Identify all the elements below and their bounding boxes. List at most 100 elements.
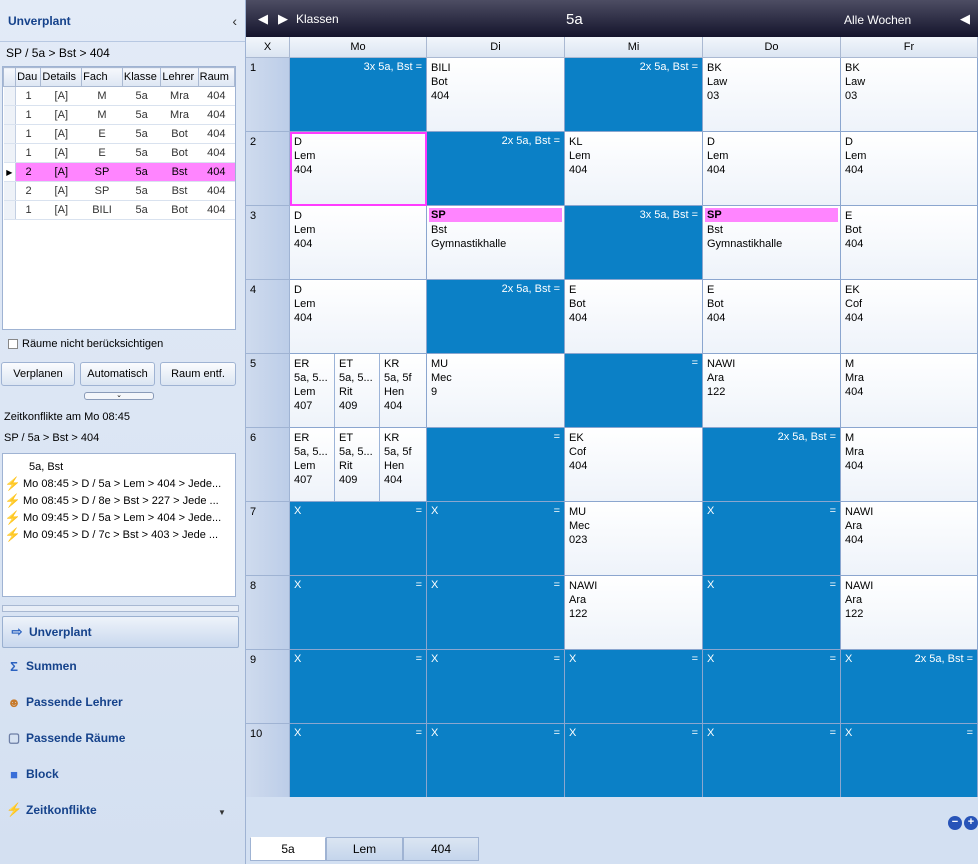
day-header-fr[interactable]: Fr	[841, 37, 978, 58]
lesson-cell[interactable]: D Lem 404	[290, 280, 427, 354]
collapse-icon[interactable]: ‹	[232, 13, 237, 29]
blocked-cell[interactable]: =	[565, 354, 703, 428]
table-row[interactable]: 1 [A] BILI 5a Bot 404	[3, 200, 235, 220]
panel-splitter[interactable]	[2, 605, 239, 612]
row-selector[interactable]	[3, 124, 17, 144]
blocked-cell[interactable]: X =	[290, 650, 427, 724]
blocked-cell[interactable]: 3x 5a, Bst =	[290, 58, 427, 132]
blocked-cell[interactable]: X =	[841, 724, 978, 798]
split-lesson[interactable]: KR 5a, 5f Hen 404	[380, 428, 426, 501]
unplanned-grid[interactable]: Dau Details Fach Klasse Lehrer Raum 1 [A] M 5a Mr…	[2, 66, 236, 330]
conflict-item[interactable]: 5a, Bst	[3, 458, 235, 475]
blocked-cell[interactable]: X =	[427, 724, 565, 798]
column-header-raum[interactable]: Raum	[197, 67, 236, 87]
blocked-cell[interactable]: 2x 5a, Bst =	[565, 58, 703, 132]
table-row[interactable]: ▶ 2 [A] SP 5a Bst 404	[3, 162, 235, 182]
lesson-cell[interactable]: D Lem 404	[841, 132, 978, 206]
blocked-cell[interactable]: X =	[290, 724, 427, 798]
expand-icon[interactable]: ⌄	[84, 392, 154, 400]
period-header[interactable]: 8	[246, 576, 290, 650]
nav-item-block[interactable]: ■ Block	[0, 756, 246, 792]
conflicts-list[interactable]: 5a, Bst ⚡ Mo 08:45 > D / 5a > Lem > 404 > …	[2, 453, 236, 597]
tab-404[interactable]: 404	[403, 837, 479, 861]
column-header-dau[interactable]: Dau	[15, 67, 42, 87]
period-header[interactable]: 3	[246, 206, 290, 280]
selected-lesson-cell[interactable]: D Lem 404	[290, 132, 427, 206]
lesson-cell[interactable]: NAWI Ara 122	[565, 576, 703, 650]
blocked-cell[interactable]: X =	[703, 650, 841, 724]
conflict-item[interactable]: ⚡ Mo 08:45 > D / 5a > Lem > 404 > Jede...	[3, 475, 235, 492]
split-lesson[interactable]: ET 5a, 5... Rit 409	[335, 428, 380, 501]
tab-5a[interactable]: 5a	[250, 837, 326, 861]
blocked-cell[interactable]: X =	[427, 502, 565, 576]
nav-item-passende-lehrer[interactable]: ☻ Passende Lehrer	[0, 684, 246, 720]
blocked-cell[interactable]: X =	[290, 576, 427, 650]
period-header[interactable]: 7	[246, 502, 290, 576]
period-header[interactable]: 6	[246, 428, 290, 502]
nav-item-zeitkonflikte[interactable]: ⚡ Zeitkonflikte	[0, 792, 246, 828]
lesson-cell[interactable]: SP Bst Gymnastikhalle	[703, 206, 841, 280]
klassen-label[interactable]: Klassen	[296, 12, 339, 26]
conflict-item[interactable]: ⚡ Mo 09:45 > D / 5a > Lem > 404 > Jede...	[3, 509, 235, 526]
prev-arrow-icon[interactable]: ◀	[258, 11, 268, 27]
lesson-cell[interactable]: BILI Bot 404	[427, 58, 565, 132]
blocked-cell[interactable]: X =	[703, 576, 841, 650]
nav-more-icon[interactable]: ▼	[218, 808, 226, 817]
blocked-cell[interactable]: =	[427, 428, 565, 502]
blocked-cell[interactable]: 3x 5a, Bst =	[565, 206, 703, 280]
row-selector[interactable]	[3, 105, 17, 125]
ignore-rooms-option[interactable]: Räume nicht berücksichtigen	[8, 338, 163, 350]
collapse-right-icon[interactable]: ◀	[960, 11, 970, 27]
lesson-cell[interactable]: D Lem 404	[703, 132, 841, 206]
blocked-cell[interactable]: X =	[290, 502, 427, 576]
split-lesson[interactable]: KR 5a, 5f Hen 404	[380, 354, 426, 427]
zoom-out-icon[interactable]: −	[948, 816, 962, 830]
table-row[interactable]: 1 [A] E 5a Bot 404	[3, 143, 235, 163]
column-header-lehrer[interactable]: Lehrer	[160, 67, 199, 87]
lesson-cell[interactable]: EK Cof 404	[841, 280, 978, 354]
day-header-mi[interactable]: Mi	[565, 37, 703, 58]
period-header[interactable]: 4	[246, 280, 290, 354]
tab-lem[interactable]: Lem	[326, 837, 403, 861]
period-header[interactable]: 2	[246, 132, 290, 206]
lesson-cell[interactable]: KL Lem 404	[565, 132, 703, 206]
table-row[interactable]: 1 [A] M 5a Mra 404	[3, 86, 235, 106]
table-row[interactable]: 1 [A] E 5a Bot 404	[3, 124, 235, 144]
split-lesson[interactable]: ER 5a, 5... Lem 407	[290, 354, 335, 427]
nav-item-unverplant[interactable]: ⇨ Unverplant	[2, 616, 239, 648]
lesson-cell[interactable]: EK Cof 404	[565, 428, 703, 502]
verplanen-button[interactable]: Verplanen	[1, 362, 75, 386]
day-header-do[interactable]: Do	[703, 37, 841, 58]
blocked-cell[interactable]: X =	[427, 576, 565, 650]
blocked-cell[interactable]: X =	[703, 724, 841, 798]
split-lesson[interactable]: ER 5a, 5... Lem 407	[290, 428, 335, 501]
blocked-cell[interactable]: X =	[427, 650, 565, 724]
raum-entfernen-button[interactable]: Raum entf.	[160, 362, 236, 386]
conflict-item[interactable]: ⚡ Mo 08:45 > D / 8e > Bst > 227 > Jede ..…	[3, 492, 235, 509]
lesson-cell[interactable]: E Bot 404	[841, 206, 978, 280]
lesson-cell[interactable]: M Mra 404	[841, 428, 978, 502]
split-lesson[interactable]: ET 5a, 5... Rit 409	[335, 354, 380, 427]
row-selector[interactable]	[3, 181, 17, 201]
table-row[interactable]: 2 [A] SP 5a Bst 404	[3, 181, 235, 201]
blocked-cell[interactable]: 2x 5a, Bst =	[427, 132, 565, 206]
blocked-cell[interactable]: 2x 5a, Bst =	[427, 280, 565, 354]
blocked-cell[interactable]: X =	[565, 650, 703, 724]
lesson-cell[interactable]: BK Law 03	[841, 58, 978, 132]
column-header-details[interactable]: Details	[40, 67, 83, 87]
blocked-cell[interactable]: X =	[703, 502, 841, 576]
lesson-cell[interactable]: MU Mec 9	[427, 354, 565, 428]
conflict-item[interactable]: ⚡ Mo 09:45 > D / 7c > Bst > 403 > Jede ..…	[3, 526, 235, 543]
ignore-rooms-checkbox[interactable]	[8, 339, 18, 349]
lesson-cell[interactable]: MU Mec 023	[565, 502, 703, 576]
lesson-cell[interactable]: M Mra 404	[841, 354, 978, 428]
lesson-cell[interactable]: ER 5a, 5... Lem 407 ET 5a, 5... Rit 409 KR 5a, 5f…	[290, 354, 427, 428]
lesson-cell[interactable]: E Bot 404	[565, 280, 703, 354]
lesson-cell[interactable]: NAWI Ara 404	[841, 502, 978, 576]
blocked-cell[interactable]: X =	[565, 724, 703, 798]
lesson-cell[interactable]: E Bot 404	[703, 280, 841, 354]
lesson-cell[interactable]: BK Law 03	[703, 58, 841, 132]
day-header-mo[interactable]: Mo	[290, 37, 427, 58]
row-selector[interactable]: ▶	[3, 162, 17, 182]
blocked-cell[interactable]: 2x 5a, Bst =	[703, 428, 841, 502]
